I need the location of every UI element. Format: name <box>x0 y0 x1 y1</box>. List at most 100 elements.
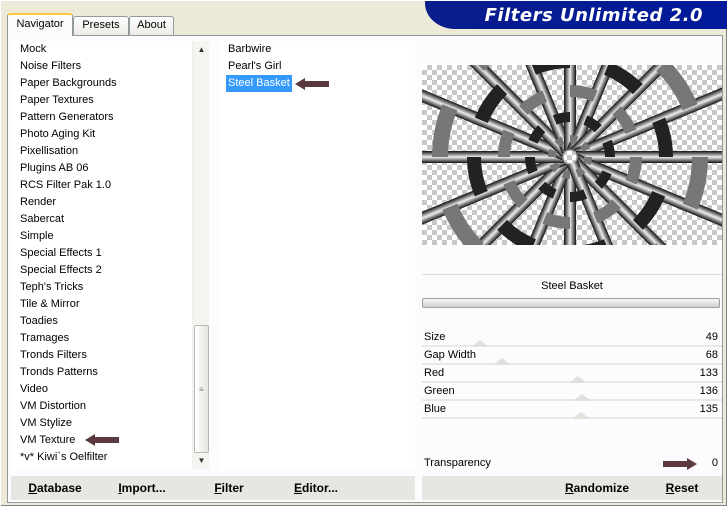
basket-ring-segment <box>579 141 591 152</box>
param-value: 136 <box>699 385 718 397</box>
basket-ring-segment <box>432 104 458 158</box>
category-item[interactable]: Special Effects 2 <box>20 262 102 279</box>
param-row[interactable]: Red 133 <box>422 365 722 383</box>
editor-button-hotkey: E <box>294 481 303 495</box>
param-label: Red <box>424 367 445 379</box>
filter-info-button[interactable]: Filter Info... <box>197 476 261 507</box>
basket-ring-segment <box>656 65 698 111</box>
category-item[interactable]: Pixellisation <box>20 143 78 160</box>
banner-title: Filters Unlimited 2.0 <box>484 5 703 26</box>
category-item[interactable]: Tronds Filters <box>20 347 87 364</box>
category-item[interactable]: RCS Filter Pak 1.0 <box>20 177 111 194</box>
randomize-button-hotkey: R <box>564 481 574 495</box>
param-value: 135 <box>699 403 718 415</box>
param-row[interactable]: Size 49 <box>422 329 722 347</box>
basket-ring-segment <box>575 166 586 178</box>
param-slider-thumb[interactable] <box>470 340 489 347</box>
current-filter-name: Steel Basket <box>422 274 722 297</box>
param-slider-thumb[interactable] <box>493 358 511 365</box>
basket-ring-segment <box>592 199 621 224</box>
basket-ring-segment <box>498 129 515 158</box>
reset-button-hotkey: R <box>665 481 675 495</box>
pointer-arrow-icon <box>295 78 329 90</box>
reset-button[interactable]: Reset <box>662 476 702 500</box>
category-item[interactable]: Noise Filters <box>20 58 81 75</box>
import-button[interactable]: Import... <box>117 476 167 500</box>
param-label: Green <box>424 385 455 397</box>
basket-ring-segment <box>554 136 565 148</box>
tab-about[interactable]: About <box>129 16 174 35</box>
basket-ring-segment <box>569 189 588 202</box>
editor-button[interactable]: Editor... <box>294 476 338 500</box>
reset-button-label: eset <box>674 481 699 495</box>
tab-presets[interactable]: Presets <box>73 16 129 35</box>
category-list[interactable]: Mock Noise Filters Paper Backgrounds Paper … <box>11 41 209 469</box>
scroll-down-arrow-icon[interactable]: ▼ <box>193 452 210 469</box>
param-label: Size <box>424 331 446 343</box>
category-item[interactable]: Photo Aging Kit <box>20 126 95 143</box>
category-item[interactable]: VM Distortion <box>20 398 86 415</box>
transparency-row[interactable]: Transparency 0 <box>422 455 722 473</box>
transparency-label: Transparency <box>424 457 491 469</box>
bottom-button-bar-left: Database Import... Filter Info... Editor… <box>11 476 415 507</box>
scroll-grip-icon: ≡ <box>199 385 204 394</box>
category-item[interactable]: Special Effects 1 <box>20 245 102 262</box>
param-label: Blue <box>424 403 447 415</box>
category-item[interactable]: Simple <box>20 228 54 245</box>
category-scrollbar[interactable]: ▲ ≡ ▼ <box>192 41 209 469</box>
category-item[interactable]: Pattern Generators <box>20 109 114 126</box>
scroll-up-arrow-icon[interactable]: ▲ <box>193 41 210 58</box>
database-button-label: atabase <box>36 481 82 495</box>
filter-info-button-hotkey: F <box>214 481 222 495</box>
category-item[interactable]: Paper Textures <box>20 92 94 109</box>
param-row[interactable]: Green 136 <box>422 383 722 401</box>
category-item[interactable]: Tile & Mirror <box>20 296 79 313</box>
param-row[interactable]: Blue 135 <box>422 401 722 419</box>
basket-ring-segment <box>531 65 571 75</box>
progress-bar <box>422 298 720 308</box>
category-item[interactable]: Mock <box>20 41 46 58</box>
filters-unlimited-window: Filters Unlimited 2.0 Navigator Presets … <box>0 0 728 507</box>
basket-ring-segment <box>561 169 571 179</box>
database-button[interactable]: Database <box>27 476 83 500</box>
steel-basket-pattern <box>422 65 722 245</box>
preview-image <box>422 65 722 245</box>
category-item[interactable]: VM Stylize <box>20 415 72 432</box>
category-item[interactable]: Tramages <box>20 330 69 347</box>
basket-ring-segment <box>632 190 666 230</box>
category-item[interactable]: Paper Backgrounds <box>20 75 117 92</box>
category-item[interactable]: *v* Kiwi`s Oelfilter <box>20 449 107 466</box>
param-value: 68 <box>705 349 718 361</box>
category-item[interactable]: VM Texture <box>20 432 75 449</box>
basket-ring-segment <box>548 148 558 158</box>
scroll-thumb[interactable]: ≡ <box>194 325 209 453</box>
param-slider-thumb[interactable] <box>569 376 588 383</box>
param-value: 49 <box>705 331 718 343</box>
category-item[interactable]: Toadies <box>20 313 58 330</box>
basket-ring-segment <box>525 156 538 175</box>
basket-ring-segment <box>503 179 528 208</box>
param-slider-thumb[interactable] <box>573 394 591 401</box>
param-slider-thumb[interactable] <box>571 412 590 419</box>
filter-item[interactable]: Barbwire <box>226 41 273 58</box>
param-value: 133 <box>699 367 718 379</box>
basket-ring-segment <box>603 65 643 95</box>
basket-ring-segment <box>519 90 548 115</box>
editor-button-label: ditor... <box>302 481 339 495</box>
randomize-button-label: andomize <box>573 481 629 495</box>
category-item[interactable]: Tronds Patterns <box>20 364 98 381</box>
category-item[interactable]: Plugins AB 06 <box>20 160 89 177</box>
category-item[interactable]: Render <box>20 194 56 211</box>
tab-navigator[interactable]: Navigator <box>7 13 73 36</box>
basket-ring-segment <box>682 156 708 210</box>
category-item[interactable]: Video <box>20 381 48 398</box>
category-item[interactable]: Teph's Tricks <box>20 279 83 296</box>
category-item[interactable]: Sabercat <box>20 211 64 228</box>
filter-item[interactable]: Steel Basket <box>226 75 292 92</box>
filter-item[interactable]: Pearl's Girl <box>226 58 283 75</box>
filter-list[interactable]: Barbwire Pearl's Girl Steel Basket <box>219 41 415 469</box>
param-row[interactable]: Gap Width 68 <box>422 347 722 365</box>
basket-ring-segment <box>569 135 579 145</box>
randomize-button[interactable]: Randomize <box>564 476 630 500</box>
basket-ring-segment <box>612 106 637 135</box>
